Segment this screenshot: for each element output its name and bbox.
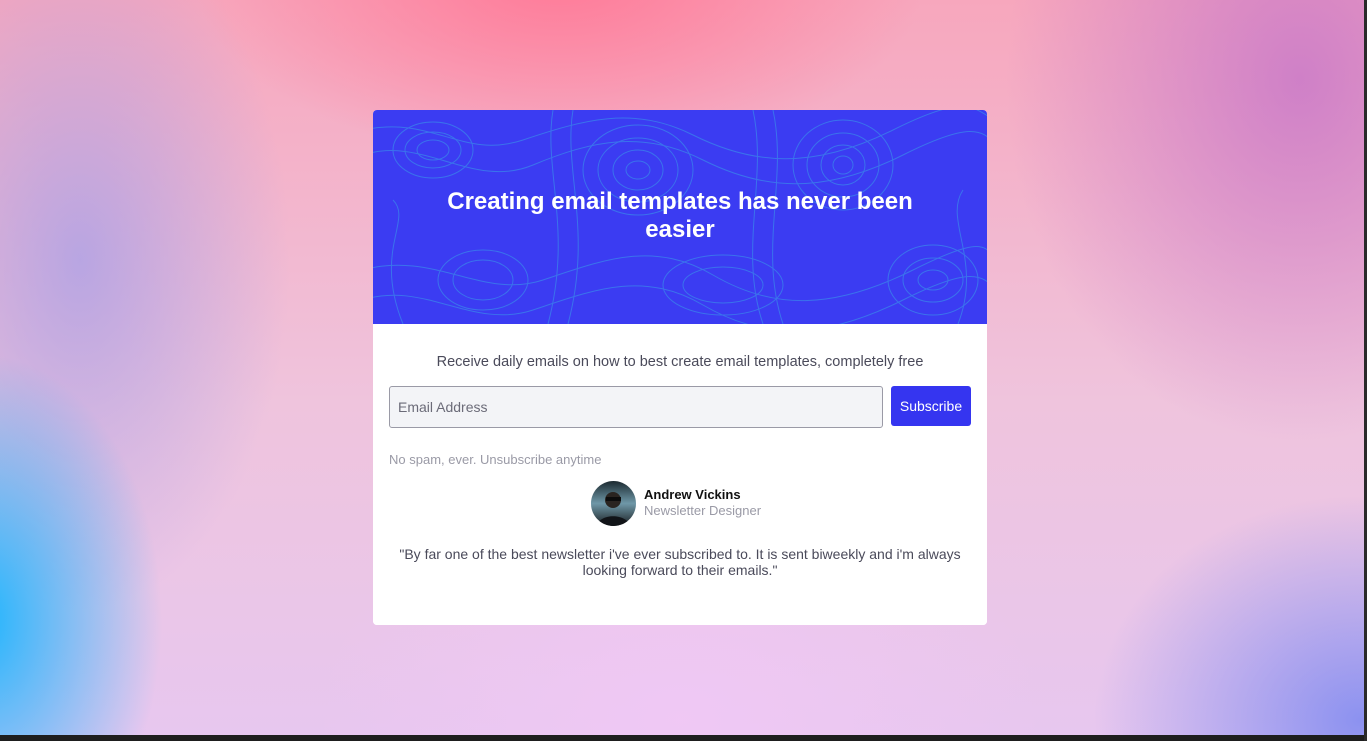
hero-title: Creating email templates has never been … — [447, 188, 913, 243]
window-bottom-edge — [0, 735, 1367, 741]
author-name: Andrew Vickins — [644, 487, 741, 502]
avatar-photo-icon — [591, 480, 636, 526]
hero-banner: Creating email templates has never been … — [373, 110, 987, 324]
subscribe-button[interactable]: Subscribe — [891, 386, 971, 426]
author-role: Newsletter Designer — [644, 503, 762, 518]
testimonial-author: Andrew Vickins Newsletter Designer — [591, 480, 761, 526]
testimonial-quote: "By far one of the best newsletter i've … — [399, 546, 961, 578]
no-spam-note: No spam, ever. Unsubscribe anytime — [389, 452, 602, 467]
newsletter-card: Creating email templates has never been … — [373, 110, 987, 625]
avatar — [591, 480, 636, 526]
email-input[interactable] — [389, 386, 883, 428]
signup-panel: Receive daily emails on how to best crea… — [373, 324, 987, 625]
signup-lead-text: Receive daily emails on how to best crea… — [436, 354, 924, 370]
